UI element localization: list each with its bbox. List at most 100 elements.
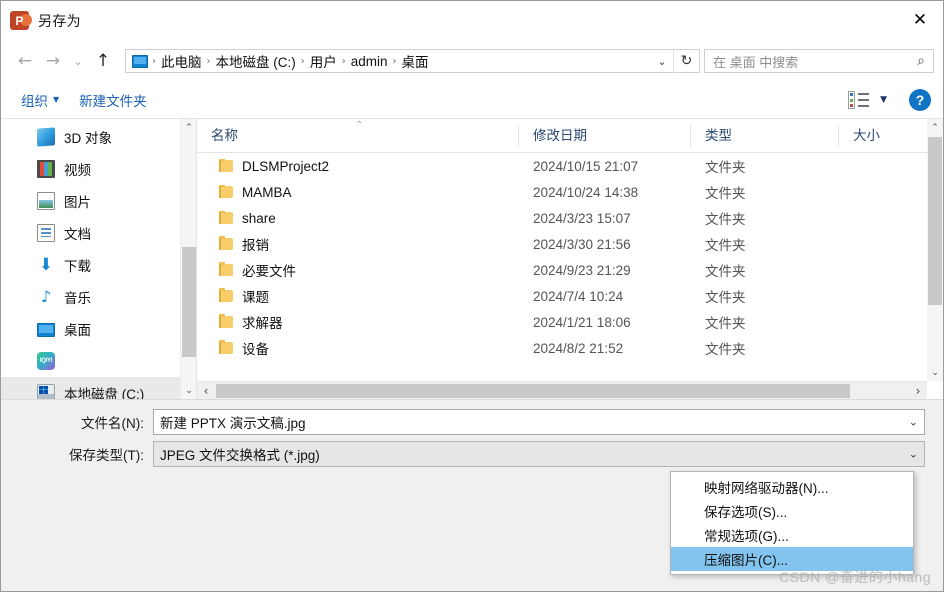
file-list-vertical-scrollbar[interactable]: ⌃ ⌄ <box>927 119 943 381</box>
column-header-name[interactable]: 名称 ⌃ <box>197 120 519 147</box>
table-row[interactable]: 必要文件 2024/9/23 21:29 文件夹 <box>197 257 943 283</box>
up-button[interactable]: ↑ <box>89 47 117 75</box>
breadcrumb-item-users[interactable]: 用户 <box>306 51 341 71</box>
breadcrumb-item-this-pc[interactable]: 此电脑 <box>157 51 206 71</box>
file-name-cell: 课题 <box>197 286 519 306</box>
table-row[interactable]: DLSMProject2 2024/10/15 21:07 文件夹 <box>197 153 943 179</box>
sidebar-item-local-disk-c[interactable]: 本地磁盘 (C:) <box>1 377 196 399</box>
vertical-scrollbar-thumb[interactable] <box>928 137 942 305</box>
file-name-cell: 必要文件 <box>197 260 519 280</box>
file-name-cell: 求解器 <box>197 312 519 332</box>
breadcrumb-item-desktop[interactable]: 桌面 <box>398 51 433 71</box>
command-bar: 组织 ▼ 新建文件夹 ▼ ? <box>1 81 943 119</box>
sidebar-item-downloads[interactable]: ⬇ 下载 <box>1 249 196 281</box>
scroll-up-icon[interactable]: ⌃ <box>181 119 196 136</box>
table-row[interactable]: 报销 2024/3/30 21:56 文件夹 <box>197 231 943 257</box>
column-header-type[interactable]: 类型 <box>691 124 839 147</box>
navigation-pane: 3D 对象 视频 图片 文档 ⬇ 下载 ♪ 音乐 桌面 IQIYI 本地磁盘 (… <box>1 119 197 399</box>
organize-label: 组织 <box>21 93 48 109</box>
table-row[interactable]: 求解器 2024/1/21 18:06 文件夹 <box>197 309 943 335</box>
horizontal-scrollbar-thumb[interactable] <box>216 384 850 398</box>
powerpoint-icon: P <box>10 11 32 31</box>
scroll-right-icon[interactable]: › <box>909 382 927 399</box>
cube-icon <box>37 127 55 147</box>
file-name-input[interactable]: 新建 PPTX 演示文稿.jpg ⌄ <box>153 409 925 435</box>
menu-item-map-network-drive[interactable]: 映射网络驱动器(N)... <box>671 475 913 499</box>
file-name-cell: share <box>197 210 519 226</box>
breadcrumb-item-local-disk[interactable]: 本地磁盘 (C:) <box>212 51 300 71</box>
sidebar-item-iqiyi[interactable]: IQIYI <box>1 345 196 377</box>
forward-button[interactable]: → <box>39 47 67 75</box>
change-view-icon[interactable] <box>848 90 870 109</box>
file-list-horizontal-scrollbar[interactable]: ‹ › <box>197 381 927 399</box>
sidebar-scrollbar[interactable]: ⌃ ⌄ <box>180 119 196 399</box>
table-row[interactable]: 课题 2024/7/4 10:24 文件夹 <box>197 283 943 309</box>
command-bar-right: ▼ ? <box>848 88 943 111</box>
tools-context-menu: 映射网络驱动器(N)... 保存选项(S)... 常规选项(G)... 压缩图片… <box>670 471 914 575</box>
table-row[interactable]: share 2024/3/23 15:07 文件夹 <box>197 205 943 231</box>
address-bar[interactable]: › 此电脑 › 本地磁盘 (C:) › 用户 › admin › 桌面 ⌄ ↻ <box>125 49 700 73</box>
iqiyi-icon: IQIYI <box>37 352 55 370</box>
organize-button[interactable]: 组织 ▼ <box>11 90 69 110</box>
file-type-label: 保存类型(T): <box>69 448 144 463</box>
new-folder-button[interactable]: 新建文件夹 <box>69 90 157 110</box>
scroll-up-icon[interactable]: ⌃ <box>927 119 943 136</box>
folder-icon <box>219 158 233 172</box>
breadcrumb-item-admin[interactable]: admin <box>347 54 392 69</box>
search-input[interactable]: 在 桌面 中搜索 <box>713 52 913 71</box>
sidebar-scrollbar-thumb[interactable] <box>182 247 196 357</box>
search-icon[interactable]: ⌕ <box>913 53 929 69</box>
file-list-rows: DLSMProject2 2024/10/15 21:07 文件夹 MAMBA … <box>197 153 943 361</box>
column-header-size[interactable]: 大小 <box>839 125 903 147</box>
recent-locations-button[interactable]: ⌄ <box>67 47 89 75</box>
file-name-label: DLSMProject2 <box>242 158 330 174</box>
table-row[interactable]: 设备 2024/8/2 21:52 文件夹 <box>197 335 943 361</box>
file-date-cell: 2024/8/2 21:52 <box>533 340 624 356</box>
column-header-date[interactable]: 修改日期 <box>519 124 691 147</box>
menu-item-compress-pictures[interactable]: 压缩图片(C)... <box>671 547 913 571</box>
sidebar-item-3d-objects[interactable]: 3D 对象 <box>1 121 196 153</box>
table-row[interactable]: MAMBA 2024/10/24 14:38 文件夹 <box>197 179 943 205</box>
title-bar: P 另存为 ✕ <box>1 1 943 41</box>
scroll-down-icon[interactable]: ⌄ <box>181 382 196 399</box>
sidebar-item-music[interactable]: ♪ 音乐 <box>1 281 196 313</box>
sidebar-item-documents[interactable]: 文档 <box>1 217 196 249</box>
sidebar-item-label: 3D 对象 <box>64 131 113 146</box>
file-date-cell: 2024/9/23 21:29 <box>533 262 631 278</box>
video-icon <box>37 160 55 178</box>
file-type-value: JPEG 文件交换格式 (*.jpg) <box>160 448 320 463</box>
chevron-down-icon[interactable]: ⌄ <box>909 416 918 429</box>
scroll-down-icon[interactable]: ⌄ <box>927 364 943 381</box>
refresh-icon[interactable]: ↻ <box>673 49 699 73</box>
folder-icon <box>219 184 233 198</box>
sidebar-item-desktop[interactable]: 桌面 <box>1 313 196 345</box>
sidebar-item-label: 音乐 <box>64 291 91 306</box>
menu-item-general-options[interactable]: 常规选项(G)... <box>671 523 913 547</box>
this-pc-icon <box>132 54 148 68</box>
close-icon[interactable]: ✕ <box>897 1 943 39</box>
download-icon: ⬇ <box>38 255 54 275</box>
desktop-icon <box>37 323 55 337</box>
sidebar-item-pictures[interactable]: 图片 <box>1 185 196 217</box>
file-type-select[interactable]: JPEG 文件交换格式 (*.jpg) ⌄ <box>153 441 925 467</box>
view-options-caret-icon[interactable]: ▼ <box>880 95 887 105</box>
help-button[interactable]: ? <box>909 88 931 111</box>
file-type-cell: 文件夹 <box>705 316 746 331</box>
chevron-down-icon[interactable]: ⌄ <box>651 50 673 72</box>
sidebar-item-videos[interactable]: 视频 <box>1 153 196 185</box>
folder-icon <box>219 236 233 250</box>
file-type-cell: 文件夹 <box>705 264 746 279</box>
file-name-label: share <box>242 210 276 226</box>
file-name-row: 文件名(N): 新建 PPTX 演示文稿.jpg ⌄ <box>1 409 925 435</box>
harddisk-icon <box>37 384 55 399</box>
file-type-cell: 文件夹 <box>705 186 746 201</box>
back-button[interactable]: ← <box>11 47 39 75</box>
file-name-label: MAMBA <box>242 184 292 200</box>
file-list-pane: 名称 ⌃ 修改日期 类型 大小 DLSMProject2 2024/10/15 … <box>197 119 943 399</box>
chevron-down-icon[interactable]: ⌄ <box>909 448 918 461</box>
scroll-left-icon[interactable]: ‹ <box>197 382 215 399</box>
navigation-list: 3D 对象 视频 图片 文档 ⬇ 下载 ♪ 音乐 桌面 IQIYI 本地磁盘 (… <box>1 119 196 399</box>
menu-item-save-options[interactable]: 保存选项(S)... <box>671 499 913 523</box>
search-box[interactable]: 在 桌面 中搜索 ⌕ <box>704 49 934 73</box>
file-list-header: 名称 ⌃ 修改日期 类型 大小 <box>197 119 943 153</box>
